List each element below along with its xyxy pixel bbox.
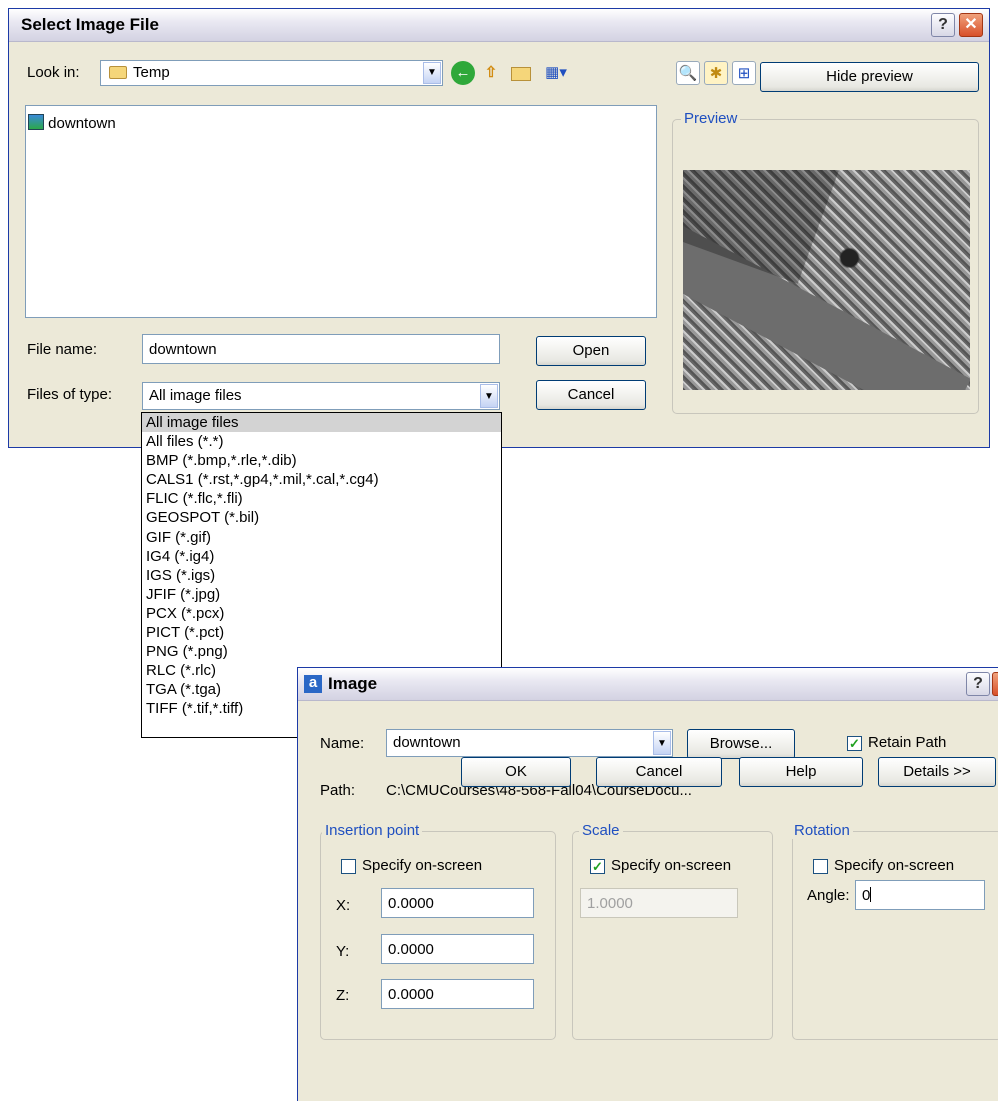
preview-legend: Preview: [681, 110, 741, 127]
insertion-point-group: Insertion point Specify on-screen X: 0.0…: [320, 822, 556, 1040]
dropdown-option[interactable]: GEOSPOT (*.bil): [142, 508, 501, 527]
new-folder-icon[interactable]: [509, 61, 533, 85]
scale-legend: Scale: [579, 822, 623, 839]
preview-image: [683, 170, 970, 390]
y-field[interactable]: 0.0000: [381, 934, 534, 964]
scale-group: Scale ✓ Specify on-screen 1.0000: [572, 822, 773, 1040]
insertion-specify-label[interactable]: Specify on-screen: [362, 857, 482, 874]
scale-field: 1.0000: [580, 888, 738, 918]
ok-button[interactable]: OK: [461, 757, 571, 787]
z-field[interactable]: 0.0000: [381, 979, 534, 1009]
name-dropdown[interactable]: downtown ▼: [386, 729, 673, 757]
up-folder-icon[interactable]: ⇧: [479, 61, 503, 85]
image-dialog: a Image ? ✕ Name: downtown ▼ Browse... ✓…: [297, 667, 998, 1101]
cancel-button[interactable]: Cancel: [536, 380, 646, 410]
hide-preview-button[interactable]: Hide preview: [760, 62, 979, 92]
file-name-input[interactable]: downtown: [142, 334, 500, 364]
retain-path-checkbox[interactable]: ✓: [847, 736, 862, 751]
dropdown-option[interactable]: All files (*.*): [142, 432, 501, 451]
dropdown-option[interactable]: IG4 (*.ig4): [142, 547, 501, 566]
text-cursor: [870, 887, 872, 902]
z-value: 0.0000: [388, 986, 434, 1003]
rotation-specify-label[interactable]: Specify on-screen: [834, 857, 954, 874]
find-file-icon[interactable]: ✱: [704, 61, 728, 85]
rotation-specify-checkbox[interactable]: [813, 859, 828, 874]
title-bar[interactable]: Select Image File ? ✕: [9, 9, 989, 42]
back-icon[interactable]: ←: [451, 61, 475, 85]
files-of-type-value: All image files: [149, 387, 242, 404]
title-bar[interactable]: a Image ? ✕: [298, 668, 998, 701]
help-button[interactable]: ?: [931, 13, 955, 37]
y-label: Y:: [336, 943, 350, 960]
browse-button[interactable]: Browse...: [687, 729, 795, 759]
close-button[interactable]: ✕: [992, 672, 998, 696]
file-name-label: File name:: [27, 341, 98, 358]
dropdown-option[interactable]: GIF (*.gif): [142, 528, 501, 547]
folder-icon: [109, 66, 127, 79]
look-in-label: Look in:: [27, 64, 80, 81]
close-button[interactable]: ✕: [959, 13, 983, 37]
insertion-point-legend: Insertion point: [322, 822, 423, 839]
scale-specify-checkbox[interactable]: ✓: [590, 859, 605, 874]
scale-value: 1.0000: [587, 895, 633, 912]
app-icon: a: [304, 675, 322, 693]
details-button[interactable]: Details >>: [878, 757, 996, 787]
angle-label: Angle:: [807, 887, 850, 904]
locate-icon[interactable]: ⊞: [732, 61, 756, 85]
x-value: 0.0000: [388, 895, 434, 912]
image-file-icon: [28, 114, 44, 130]
dropdown-option[interactable]: PICT (*.pct): [142, 623, 501, 642]
help-button[interactable]: ?: [966, 672, 990, 696]
look-in-value: Temp: [133, 64, 170, 81]
open-button[interactable]: Open: [536, 336, 646, 366]
dropdown-option[interactable]: BMP (*.bmp,*.rle,*.dib): [142, 451, 501, 470]
views-menu-icon[interactable]: ▦▾: [539, 61, 573, 85]
select-image-file-dialog: Select Image File ? ✕ Look in: Temp ▼ ← …: [8, 8, 990, 448]
files-of-type-dropdown[interactable]: All image files ▼: [142, 382, 500, 410]
path-label: Path:: [320, 782, 356, 799]
file-name-item: downtown: [48, 115, 116, 132]
chevron-down-icon[interactable]: ▼: [423, 62, 441, 84]
scale-specify-label[interactable]: Specify on-screen: [611, 857, 731, 874]
zoom-icon[interactable]: 🔍: [676, 61, 700, 85]
x-label: X:: [336, 897, 351, 914]
dropdown-option[interactable]: PNG (*.png): [142, 642, 501, 661]
name-label: Name:: [320, 735, 365, 752]
dropdown-option[interactable]: FLIC (*.flc,*.fli): [142, 489, 501, 508]
dropdown-option[interactable]: JFIF (*.jpg): [142, 585, 501, 604]
help-dialog-button[interactable]: Help: [739, 757, 863, 787]
retain-path-label[interactable]: Retain Path: [868, 734, 946, 751]
file-name-value: downtown: [149, 341, 217, 358]
dropdown-option[interactable]: All image files: [142, 413, 501, 433]
chevron-down-icon[interactable]: ▼: [653, 731, 671, 755]
angle-field[interactable]: 0: [855, 880, 985, 910]
file-list[interactable]: downtown: [25, 105, 657, 318]
y-value: 0.0000: [388, 941, 434, 958]
cancel-button[interactable]: Cancel: [596, 757, 722, 787]
rotation-group: Rotation Specify on-screen Angle: 0: [791, 822, 998, 1040]
dropdown-option[interactable]: IGS (*.igs): [142, 566, 501, 585]
dialog-title: Select Image File: [21, 15, 159, 34]
look-in-dropdown[interactable]: Temp ▼: [100, 60, 443, 86]
rotation-legend: Rotation: [791, 822, 853, 839]
chevron-down-icon[interactable]: ▼: [480, 384, 498, 408]
angle-value: 0: [862, 887, 871, 904]
preview-group: Preview: [672, 110, 979, 414]
z-label: Z:: [336, 987, 350, 1004]
dialog-title: Image: [328, 674, 378, 693]
list-item[interactable]: downtown: [28, 114, 116, 132]
insertion-specify-checkbox[interactable]: [341, 859, 356, 874]
dropdown-option[interactable]: CALS1 (*.rst,*.gp4,*.mil,*.cal,*.cg4): [142, 470, 501, 489]
name-value: downtown: [393, 734, 461, 751]
x-field[interactable]: 0.0000: [381, 888, 534, 918]
dropdown-option[interactable]: PCX (*.pcx): [142, 604, 501, 623]
files-of-type-label: Files of type:: [27, 386, 113, 403]
